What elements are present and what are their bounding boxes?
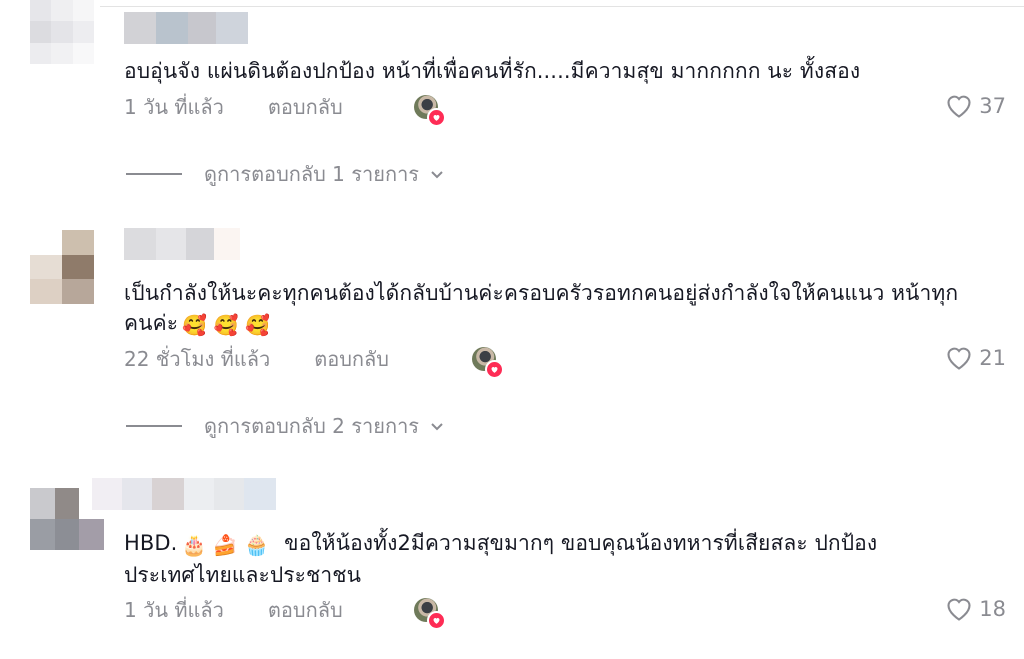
comment-time: 1 วัน ที่แล้ว [124, 598, 224, 622]
comment-text: เป็นกำลังให้นะคะทุกคนต้องได้กลับบ้านค่ะค… [124, 278, 984, 340]
chevron-down-icon [431, 423, 443, 431]
comment-time: 22 ชั่วโมง ที่แล้ว [124, 347, 271, 371]
chevron-down-icon [431, 171, 443, 179]
top-divider [100, 6, 1024, 7]
like-count: 18 [979, 597, 1006, 621]
smiling-hearts-emoji: 🥰 🥰 🥰 [182, 313, 271, 337]
replies-divider [126, 425, 182, 427]
comment-meta: 22 ชั่วโมง ที่แล้ว ตอบกลับ [124, 344, 389, 374]
avatar[interactable] [30, 0, 94, 64]
reply-button[interactable]: ตอบกลับ [314, 343, 389, 375]
username-blurred[interactable] [124, 12, 248, 44]
username-blurred[interactable] [124, 228, 240, 260]
like-button[interactable]: 21 [945, 343, 1006, 373]
view-replies-label: ดูการตอบกลับ 1 รายการ [204, 162, 420, 186]
creator-liked-avatar [414, 95, 446, 127]
avatar[interactable] [30, 230, 94, 304]
view-replies-button[interactable]: ดูการตอบกลับ 1 รายการ [126, 160, 445, 188]
heart-badge-icon [427, 611, 446, 630]
heart-outline-icon [947, 598, 971, 621]
comment-meta: 1 วัน ที่แล้ว ตอบกลับ [124, 92, 343, 122]
comment-prefix: HBD. [124, 531, 178, 555]
cake-emoji: 🎂 🍰 🧁 [181, 533, 270, 557]
creator-liked-avatar [414, 598, 446, 630]
reply-button[interactable]: ตอบกลับ [268, 594, 343, 626]
reply-button[interactable]: ตอบกลับ [268, 91, 343, 123]
heart-badge-icon [427, 108, 446, 127]
comment-text: อบอุ่นจัง แผ่นดินต้องปกป้อง หน้าที่เพื่อ… [124, 59, 861, 83]
like-button[interactable]: 18 [945, 594, 1006, 624]
view-replies-button[interactable]: ดูการตอบกลับ 2 รายการ [126, 412, 445, 440]
view-replies-label: ดูการตอบกลับ 2 รายการ [204, 414, 420, 438]
comment-time: 1 วัน ที่แล้ว [124, 95, 224, 119]
comment-meta: 1 วัน ที่แล้ว ตอบกลับ [124, 595, 343, 625]
like-count: 37 [979, 94, 1006, 118]
comment-text: HBD. 🎂 🍰 🧁 ขอให้น้องทั้ง2มีความสุขมากๆ ขอ… [124, 528, 984, 590]
like-button[interactable]: 37 [945, 91, 1006, 121]
replies-divider [126, 173, 182, 175]
username-blurred[interactable] [92, 478, 276, 510]
heart-outline-icon [947, 95, 971, 118]
heart-outline-icon [947, 347, 971, 370]
like-count: 21 [979, 346, 1006, 370]
heart-badge-icon [485, 360, 504, 379]
creator-liked-avatar [472, 347, 504, 379]
